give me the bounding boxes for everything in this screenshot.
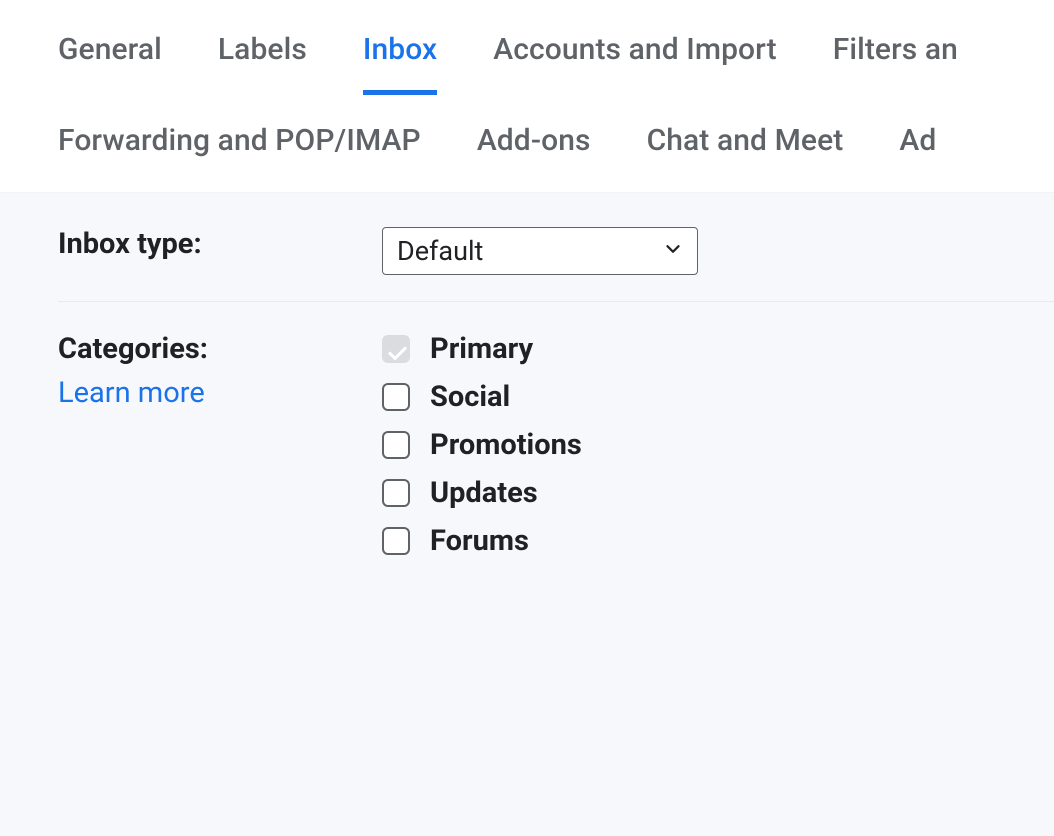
checkbox-label-social: Social xyxy=(430,380,510,414)
settings-tabs: General Labels Inbox Accounts and Import… xyxy=(0,0,1054,192)
categories-label-col: Categories: Learn more xyxy=(58,332,382,410)
inbox-type-select[interactable]: Default xyxy=(382,227,698,275)
categories-label: Categories: xyxy=(58,332,382,366)
tab-accounts-and-import[interactable]: Accounts and Import xyxy=(493,26,776,73)
tab-forwarding-pop-imap[interactable]: Forwarding and POP/IMAP xyxy=(58,117,421,164)
tabs-row-1: General Labels Inbox Accounts and Import… xyxy=(58,26,1054,73)
tab-general[interactable]: General xyxy=(58,26,162,73)
checkbox-label-forums: Forums xyxy=(430,524,529,558)
inbox-type-row: Inbox type: Default xyxy=(58,227,1054,301)
inbox-type-label: Inbox type: xyxy=(58,227,202,261)
categories-row: Categories: Learn more Primary Social Pr… xyxy=(58,302,1054,558)
tab-chat-and-meet[interactable]: Chat and Meet xyxy=(647,117,844,164)
checkbox-social[interactable] xyxy=(382,383,410,411)
category-item-updates: Updates xyxy=(382,476,1054,510)
tab-addons[interactable]: Add-ons xyxy=(477,117,591,164)
checkbox-forums[interactable] xyxy=(382,527,410,555)
inbox-type-label-col: Inbox type: xyxy=(58,227,382,261)
checkbox-promotions[interactable] xyxy=(382,431,410,459)
tab-labels[interactable]: Labels xyxy=(218,26,307,73)
tab-inbox[interactable]: Inbox xyxy=(363,26,437,73)
checkbox-label-primary: Primary xyxy=(430,332,533,366)
tabs-row-2: Forwarding and POP/IMAP Add-ons Chat and… xyxy=(58,117,1054,192)
checkbox-label-promotions: Promotions xyxy=(430,428,582,462)
categories-checkbox-list: Primary Social Promotions Updates Forums xyxy=(382,332,1054,558)
checkbox-label-updates: Updates xyxy=(430,476,538,510)
category-item-primary: Primary xyxy=(382,332,1054,366)
category-item-social: Social xyxy=(382,380,1054,414)
category-item-promotions: Promotions xyxy=(382,428,1054,462)
categories-control-col: Primary Social Promotions Updates Forums xyxy=(382,332,1054,558)
learn-more-link[interactable]: Learn more xyxy=(58,376,205,410)
inbox-type-select-wrapper: Default xyxy=(382,227,698,275)
tab-filters[interactable]: Filters an xyxy=(833,26,958,73)
settings-content: Inbox type: Default Categories: Learn mo… xyxy=(0,192,1054,836)
checkbox-primary xyxy=(382,335,410,363)
inbox-type-control-col: Default xyxy=(382,227,1054,275)
category-item-forums: Forums xyxy=(382,524,1054,558)
checkbox-updates[interactable] xyxy=(382,479,410,507)
tab-advanced[interactable]: Ad xyxy=(899,117,936,164)
